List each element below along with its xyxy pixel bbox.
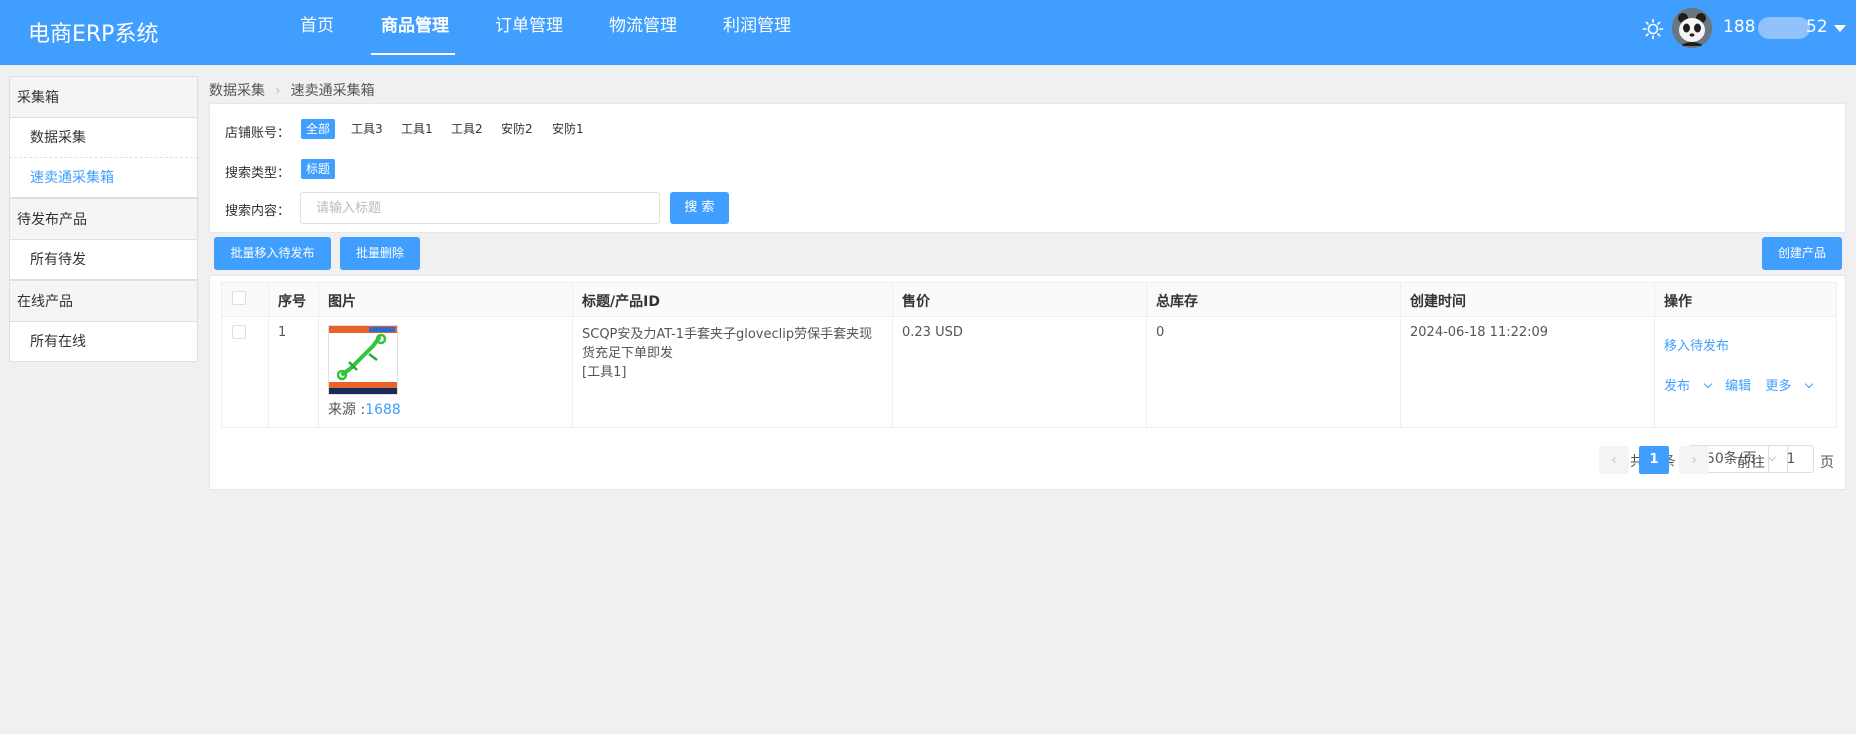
- more-dropdown[interactable]: 更多: [1765, 379, 1814, 394]
- nav-profit[interactable]: 利润管理: [723, 0, 791, 65]
- select-all-checkbox[interactable]: [232, 291, 246, 305]
- source-link[interactable]: 1688: [365, 402, 401, 418]
- chevron-right-icon: ›: [1691, 452, 1697, 468]
- row-price: 0.23 USD: [892, 316, 1147, 428]
- batch-move-button[interactable]: 批量移入待发布: [214, 237, 331, 270]
- more-label: 更多: [1765, 379, 1792, 394]
- product-title: SCQP安及力AT-1手套夹子gloveclip劳保手套夹现货充足下单即发: [582, 327, 873, 361]
- publish-label: 发布: [1664, 379, 1691, 394]
- caret-down-icon[interactable]: [1834, 25, 1846, 32]
- product-shop: [工具1]: [582, 365, 627, 380]
- table-header-row: 序号 图片 标题/产品ID 售价 总库存 创建时间 操作: [221, 282, 1837, 317]
- sidebar-item-all-online[interactable]: 所有在线: [9, 322, 198, 362]
- glove-clip-image-icon: [329, 326, 397, 394]
- create-product-button[interactable]: 创建产品: [1762, 237, 1842, 270]
- breadcrumb-item-data-collect[interactable]: 数据采集: [209, 83, 265, 99]
- current-page[interactable]: 1: [1639, 446, 1669, 474]
- select-all-cell: [221, 282, 269, 317]
- avatar[interactable]: [1672, 8, 1712, 48]
- shop-tag-security2[interactable]: 安防2: [496, 119, 538, 139]
- type-tag-title[interactable]: 标题: [301, 159, 336, 179]
- nav-logistics[interactable]: 物流管理: [609, 0, 677, 65]
- content-label: 搜索内容：: [225, 204, 291, 219]
- sun-icon[interactable]: [1642, 18, 1664, 40]
- app-logo[interactable]: 电商ERP系统: [28, 16, 158, 48]
- goto-page-input[interactable]: 1: [1768, 445, 1814, 473]
- user-name-redacted: [1758, 17, 1810, 39]
- batch-delete-button[interactable]: 批量删除: [340, 237, 420, 270]
- shop-label: 店铺账号：: [225, 126, 291, 141]
- sidebar-item-all-pending[interactable]: 所有待发: [9, 240, 198, 280]
- move-to-pending-link[interactable]: 移入待发布: [1664, 339, 1729, 354]
- row-index: 1: [268, 316, 319, 428]
- row-checkbox[interactable]: [232, 325, 246, 339]
- edit-link[interactable]: 编辑: [1725, 379, 1751, 394]
- product-table: 序号 图片 标题/产品ID 售价 总库存 创建时间 操作 1 来源:1688 …: [221, 282, 1837, 428]
- column-header-stock: 总库存: [1146, 282, 1401, 317]
- chevron-right-icon: ›: [275, 83, 281, 99]
- prev-page-button[interactable]: ‹: [1599, 446, 1629, 474]
- table-panel: 序号 图片 标题/产品ID 售价 总库存 创建时间 操作 1 来源:1688 …: [209, 275, 1846, 490]
- sidebar-group-online[interactable]: 在线产品: [9, 280, 198, 322]
- breadcrumb-item-current: 速卖通采集箱: [290, 83, 375, 99]
- product-thumbnail[interactable]: [328, 325, 398, 395]
- nav-products[interactable]: 商品管理: [381, 0, 449, 65]
- column-header-price: 售价: [892, 282, 1147, 317]
- filter-panel: 店铺账号： 全部 工具3 工具1 工具2 安防2 安防1 搜索类型： 标题 搜索…: [209, 103, 1846, 233]
- row-select-cell: [221, 316, 269, 428]
- column-header-title: 标题/产品ID: [572, 282, 893, 317]
- top-header: 电商ERP系统 首页 商品管理 订单管理 物流管理 利润管理 188 52: [0, 0, 1856, 65]
- chevron-down-icon: [1703, 379, 1713, 389]
- column-header-index: 序号: [268, 282, 319, 317]
- sidebar-group-collect[interactable]: 采集箱: [9, 76, 198, 118]
- shop-tag-all[interactable]: 全部: [301, 119, 336, 139]
- sidebar-item-data-collect[interactable]: 数据采集: [9, 118, 198, 158]
- search-button[interactable]: 搜 索: [670, 192, 729, 224]
- column-header-image: 图片: [318, 282, 573, 317]
- row-actions-cell: 移入待发布 发布 编辑 更多: [1654, 316, 1837, 428]
- nav-home[interactable]: 首页: [300, 0, 334, 65]
- user-name-start[interactable]: 188: [1723, 17, 1755, 37]
- next-page-button[interactable]: ›: [1679, 446, 1709, 474]
- user-name-end[interactable]: 52: [1806, 17, 1828, 37]
- sidebar: 采集箱 数据采集 速卖通采集箱 待发布产品 所有待发 在线产品 所有在线: [9, 76, 198, 362]
- breadcrumb: 数据采集 › 速卖通采集箱: [209, 80, 375, 100]
- publish-dropdown[interactable]: 发布: [1664, 379, 1713, 394]
- search-input[interactable]: [300, 192, 660, 224]
- shop-tag-security1[interactable]: 安防1: [547, 119, 589, 139]
- page-unit: 页: [1820, 455, 1834, 471]
- type-label: 搜索类型：: [225, 166, 291, 181]
- row-title-cell: SCQP安及力AT-1手套夹子gloveclip劳保手套夹现货充足下单即发 [工…: [572, 316, 893, 428]
- source-label: 来源 :: [328, 402, 366, 418]
- column-header-created: 创建时间: [1400, 282, 1655, 317]
- shop-tag-tool1[interactable]: 工具1: [396, 119, 438, 139]
- sidebar-group-pending[interactable]: 待发布产品: [9, 198, 198, 240]
- goto-label: 前往: [1737, 455, 1765, 471]
- shop-tag-tool2[interactable]: 工具2: [446, 119, 488, 139]
- row-created: 2024-06-18 11:22:09: [1400, 316, 1655, 428]
- nav-active-indicator: [371, 53, 455, 55]
- chevron-left-icon: ‹: [1611, 452, 1617, 468]
- shop-tag-tool3[interactable]: 工具3: [346, 119, 388, 139]
- row-stock: 0: [1146, 316, 1401, 428]
- chevron-down-icon: [1805, 379, 1814, 389]
- panda-avatar-icon: [1672, 8, 1712, 48]
- sidebar-item-aliexpress-box[interactable]: 速卖通采集箱: [9, 158, 198, 198]
- nav-orders[interactable]: 订单管理: [495, 0, 563, 65]
- column-header-actions: 操作: [1654, 282, 1837, 317]
- row-image-cell: 来源 :1688: [318, 316, 573, 428]
- table-row: 1 来源:1688 SCQP安及力AT-1手套夹子gloveclip劳保手套夹…: [221, 316, 1837, 428]
